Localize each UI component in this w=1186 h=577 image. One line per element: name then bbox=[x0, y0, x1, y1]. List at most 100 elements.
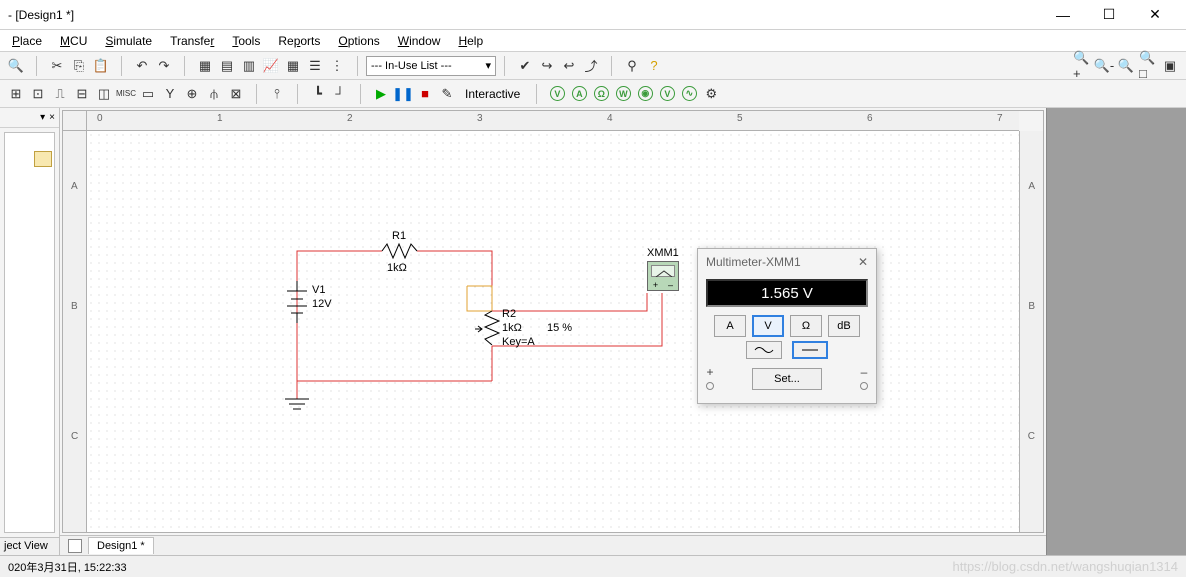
inst-6-icon[interactable]: V bbox=[657, 84, 677, 104]
hier-icon[interactable]: ┗ bbox=[308, 84, 328, 104]
menu-help[interactable]: Help bbox=[450, 32, 491, 50]
component-r2[interactable] bbox=[475, 311, 499, 345]
project-view-tab[interactable]: ject View bbox=[0, 537, 59, 555]
ruler-tick: C bbox=[71, 431, 78, 442]
zoom-area-icon[interactable]: 🔍 bbox=[1116, 56, 1136, 76]
menu-window[interactable]: Window bbox=[390, 32, 449, 50]
inuse-label: --- In-Use List --- bbox=[371, 60, 452, 72]
tool-misc-icon[interactable]: MISC bbox=[116, 84, 136, 104]
mm-minus-label: – bbox=[860, 365, 868, 379]
inst-4-icon[interactable]: W bbox=[613, 84, 633, 104]
sheet-icon[interactable]: ▤ bbox=[217, 56, 237, 76]
mm-ac-button[interactable] bbox=[746, 341, 782, 359]
menu-mcu[interactable]: MCU bbox=[52, 32, 95, 50]
grid-icon[interactable]: ▦ bbox=[195, 56, 215, 76]
inuse-list-dropdown[interactable]: --- In-Use List --- ▾ bbox=[366, 56, 496, 76]
multimeter-window[interactable]: Multimeter-XMM1 ✕ 1.565 V A V Ω dB bbox=[697, 248, 877, 404]
inst-3-icon[interactable]: Ω bbox=[591, 84, 611, 104]
menu-options[interactable]: Options bbox=[330, 32, 387, 50]
ruler-tick: 3 bbox=[477, 113, 483, 124]
zoom-full-icon[interactable]: ▣ bbox=[1160, 56, 1180, 76]
mm-mode-v-button[interactable]: V bbox=[752, 315, 784, 337]
search-icon[interactable]: 🔍 bbox=[6, 56, 26, 76]
ruler-tick: B bbox=[1028, 301, 1035, 312]
tool-i-icon[interactable]: ⫛ bbox=[204, 84, 224, 104]
run-button[interactable]: ▶ bbox=[371, 84, 391, 104]
tool-f-icon[interactable]: ▭ bbox=[138, 84, 158, 104]
copy-icon[interactable]: ⎘ bbox=[69, 56, 89, 76]
tool-c-icon[interactable]: ⎍ bbox=[50, 84, 70, 104]
mm-mode-db-button[interactable]: dB bbox=[828, 315, 860, 337]
chart-icon[interactable]: 📈 bbox=[261, 56, 281, 76]
paste-icon[interactable]: 📋 bbox=[91, 56, 111, 76]
mm-set-button[interactable]: Set... bbox=[752, 368, 822, 390]
tool-g-icon[interactable]: Y bbox=[160, 84, 180, 104]
multimeter-titlebar[interactable]: Multimeter-XMM1 ✕ bbox=[698, 249, 876, 275]
zoom-out-icon[interactable]: 🔍- bbox=[1094, 56, 1114, 76]
component-r1[interactable] bbox=[382, 244, 417, 258]
canvas-area: 0 1 2 3 4 5 6 7 A B C A B C bbox=[62, 110, 1044, 533]
menu-place[interactable]: Place bbox=[4, 32, 50, 50]
instrument-xmm1[interactable]: XMM1 +– bbox=[647, 261, 679, 297]
schematic[interactable]: V1 12V R1 1kΩ R2 1kΩ Key=A bbox=[87, 131, 1019, 532]
mm-dc-button[interactable] bbox=[792, 341, 828, 359]
inst-settings-icon[interactable]: ⚙ bbox=[701, 84, 721, 104]
help-icon[interactable]: ? bbox=[644, 56, 664, 76]
arrow3-icon[interactable]: ⤴ bbox=[581, 56, 601, 76]
stop-button[interactable]: ■ bbox=[415, 84, 435, 104]
left-panel-header: ▾ × bbox=[0, 108, 59, 128]
inst-2-icon[interactable]: A bbox=[569, 84, 589, 104]
zoom-fit-icon[interactable]: 🔍□ bbox=[1138, 56, 1158, 76]
inst-5-icon[interactable]: ◉ bbox=[635, 84, 655, 104]
menu-transfer[interactable]: Transfer bbox=[162, 32, 222, 50]
redo-icon[interactable]: ↷ bbox=[154, 56, 174, 76]
table-icon[interactable]: ▦ bbox=[283, 56, 303, 76]
list-icon[interactable]: ☰ bbox=[305, 56, 325, 76]
probe-icon[interactable]: ⚲ bbox=[622, 56, 642, 76]
tool-b-icon[interactable]: ⊡ bbox=[28, 84, 48, 104]
mm-plus-terminal-icon[interactable] bbox=[706, 382, 714, 390]
tab-design1[interactable]: Design1 * bbox=[88, 537, 154, 554]
sheet2-icon[interactable]: ▥ bbox=[239, 56, 259, 76]
mm-mode-a-button[interactable]: A bbox=[714, 315, 746, 337]
menu-reports[interactable]: Reports bbox=[270, 32, 328, 50]
undo-icon[interactable]: ↶ bbox=[132, 56, 152, 76]
project-tree[interactable] bbox=[4, 132, 55, 533]
watermark-text: https://blog.csdn.net/wangshuqian1314 bbox=[952, 559, 1178, 574]
panel-close-icon[interactable]: × bbox=[49, 112, 55, 123]
mm-minus-terminal-icon[interactable] bbox=[860, 382, 868, 390]
menu-simulate[interactable]: Simulate bbox=[97, 32, 160, 50]
props-icon[interactable]: ⋮ bbox=[327, 56, 347, 76]
tool-j-icon[interactable]: ⊠ bbox=[226, 84, 246, 104]
minimize-button[interactable]: — bbox=[1040, 0, 1086, 29]
ruler-tick: 5 bbox=[737, 113, 743, 124]
probe1-icon[interactable]: ⫯ bbox=[267, 84, 287, 104]
tool-a-icon[interactable]: ⊞ bbox=[6, 84, 26, 104]
hier2-icon[interactable]: ┘ bbox=[330, 84, 350, 104]
tool-d-icon[interactable]: ⊟ bbox=[72, 84, 92, 104]
document-icon bbox=[68, 539, 82, 553]
multimeter-close-icon[interactable]: ✕ bbox=[858, 255, 868, 269]
zoom-in-icon[interactable]: 🔍+ bbox=[1072, 56, 1092, 76]
design-surface[interactable]: V1 12V R1 1kΩ R2 1kΩ Key=A bbox=[87, 131, 1019, 532]
maximize-button[interactable]: ☐ bbox=[1086, 0, 1132, 29]
inst-7-icon[interactable]: ∿ bbox=[679, 84, 699, 104]
panel-pin-icon[interactable]: ▾ bbox=[40, 112, 45, 123]
component-ground[interactable] bbox=[285, 399, 309, 409]
mm-mode-ohm-button[interactable]: Ω bbox=[790, 315, 822, 337]
cut-icon[interactable]: ✂ bbox=[47, 56, 67, 76]
tool-h-icon[interactable]: ⊕ bbox=[182, 84, 202, 104]
close-button[interactable]: ✕ bbox=[1132, 0, 1178, 29]
tool-e-icon[interactable]: ◫ bbox=[94, 84, 114, 104]
arrow2-icon[interactable]: ↩ bbox=[559, 56, 579, 76]
sim-mode-icon[interactable]: ✎ bbox=[437, 84, 457, 104]
check-icon[interactable]: ✔ bbox=[515, 56, 535, 76]
arrow1-icon[interactable]: ↪ bbox=[537, 56, 557, 76]
status-datetime: 020年3月31日, 15:22:33 bbox=[8, 559, 127, 575]
ruler-tick: A bbox=[71, 181, 78, 192]
ruler-tick: 0 bbox=[97, 113, 103, 124]
menu-tools[interactable]: Tools bbox=[224, 32, 268, 50]
title-bar: - [Design1 *] — ☐ ✕ bbox=[0, 0, 1186, 30]
inst-1-icon[interactable]: V bbox=[547, 84, 567, 104]
pause-button[interactable]: ❚❚ bbox=[393, 84, 413, 104]
